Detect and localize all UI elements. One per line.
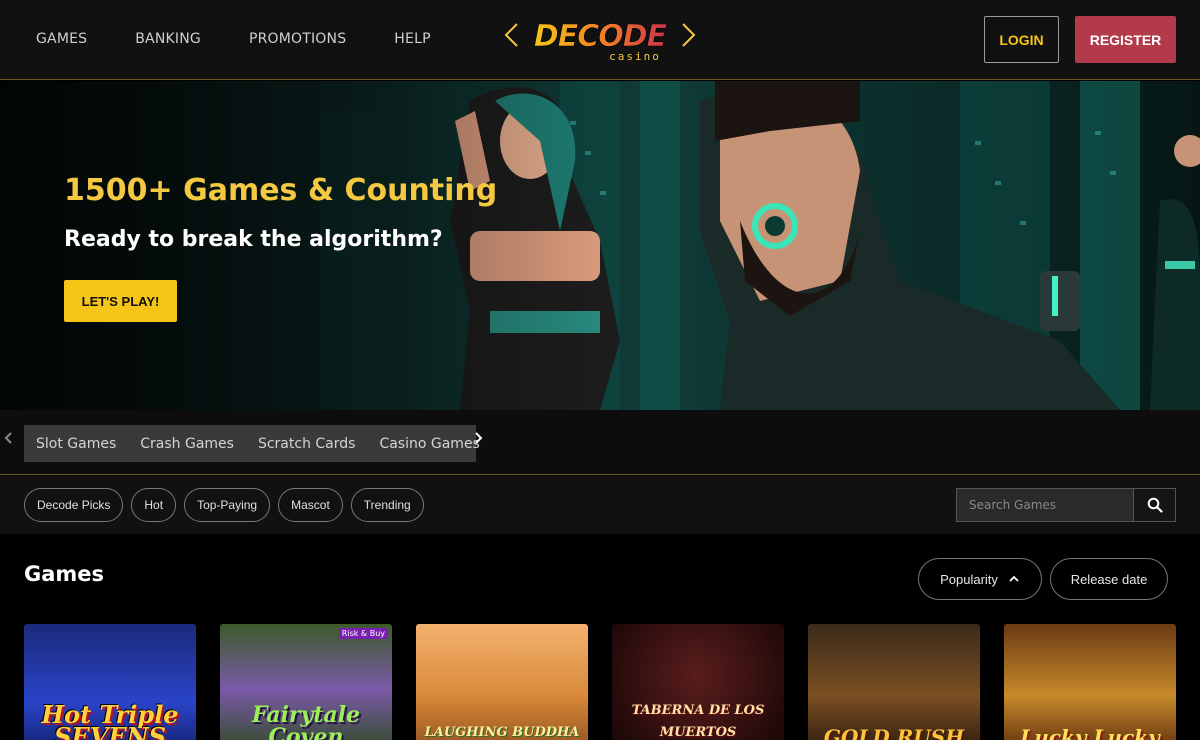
- hero-banner: 1500+ Games & Counting Ready to break th…: [0, 81, 1200, 410]
- site-logo[interactable]: DECODE casino: [503, 14, 697, 64]
- game-tile-title: TABERNA DE LOS MUERTOS: [631, 703, 765, 740]
- hero-title: 1500+ Games & Counting: [64, 173, 498, 208]
- filter-bar: Decode Picks Hot Top-Paying Mascot Trend…: [0, 476, 1200, 534]
- nav-help[interactable]: HELP: [394, 31, 430, 47]
- search-input[interactable]: [957, 489, 1133, 521]
- chevron-right-icon[interactable]: [473, 431, 489, 451]
- pill-decode-picks[interactable]: Decode Picks: [24, 488, 124, 522]
- games-grid: Hot Triple SEVENS Risk & Buy Fairytale C…: [24, 624, 1176, 740]
- pill-top-paying[interactable]: Top-Paying: [184, 488, 271, 522]
- tab-crash-games[interactable]: Crash Games: [140, 436, 234, 452]
- game-tile[interactable]: Risk & Buy Fairytale Coven: [220, 624, 392, 740]
- lets-play-button[interactable]: LET'S PLAY!: [64, 280, 177, 322]
- sort-popularity-label: Popularity: [940, 571, 998, 587]
- tab-scratch-cards[interactable]: Scratch Cards: [258, 436, 355, 452]
- game-tile-title: LAUGHING BUDDHA: [424, 725, 580, 740]
- games-heading: Games: [24, 562, 105, 586]
- sort-popularity-button[interactable]: Popularity: [918, 558, 1042, 600]
- main-nav: GAMES BANKING PROMOTIONS HELP: [36, 31, 431, 47]
- tab-slot-games[interactable]: Slot Games: [36, 436, 116, 452]
- category-tabs: Slot Games Crash Games Scratch Cards Cas…: [24, 425, 480, 462]
- login-button[interactable]: LOGIN: [984, 16, 1059, 63]
- nav-promotions[interactable]: PROMOTIONS: [249, 31, 346, 47]
- pill-mascot[interactable]: Mascot: [278, 488, 343, 522]
- pill-hot[interactable]: Hot: [131, 488, 177, 522]
- game-tile-title: Lucky Lucky: [1020, 725, 1160, 740]
- game-tile[interactable]: LAUGHING BUDDHA: [416, 624, 588, 740]
- game-tile-badge: Risk & Buy: [338, 628, 388, 639]
- svg-text:DECODE: DECODE: [534, 19, 668, 54]
- svg-text:casino: casino: [609, 50, 661, 63]
- site-header: GAMES BANKING PROMOTIONS HELP DECODE cas…: [0, 0, 1200, 80]
- hero-subtitle: Ready to break the algorithm?: [64, 227, 443, 252]
- game-tile[interactable]: Hot Triple SEVENS: [24, 624, 196, 740]
- category-bar: Slot Games Crash Games Scratch Cards Cas…: [0, 410, 1200, 475]
- search-button[interactable]: [1133, 489, 1175, 521]
- chevron-up-icon: [1009, 575, 1019, 582]
- nav-banking[interactable]: BANKING: [135, 31, 201, 47]
- filter-pills: Decode Picks Hot Top-Paying Mascot Trend…: [24, 488, 424, 522]
- sort-release-date-button[interactable]: Release date: [1050, 558, 1168, 600]
- search-icon: [1147, 497, 1163, 513]
- game-tile[interactable]: TABERNA DE LOS MUERTOS: [612, 624, 784, 740]
- game-tile[interactable]: GOLD RUSH: [808, 624, 980, 740]
- tab-casino-games[interactable]: Casino Games: [379, 436, 479, 452]
- game-tile-title: Hot Triple SEVENS: [41, 700, 179, 740]
- nav-games[interactable]: GAMES: [36, 31, 87, 47]
- pill-trending[interactable]: Trending: [350, 488, 424, 522]
- game-tile-title: Fairytale Coven: [251, 702, 361, 740]
- game-tile[interactable]: Lucky Lucky: [1004, 624, 1176, 740]
- game-tile-title: GOLD RUSH: [823, 725, 965, 740]
- register-button[interactable]: REGISTER: [1075, 16, 1176, 63]
- search-box: [956, 488, 1176, 522]
- chevron-left-icon[interactable]: [4, 431, 20, 451]
